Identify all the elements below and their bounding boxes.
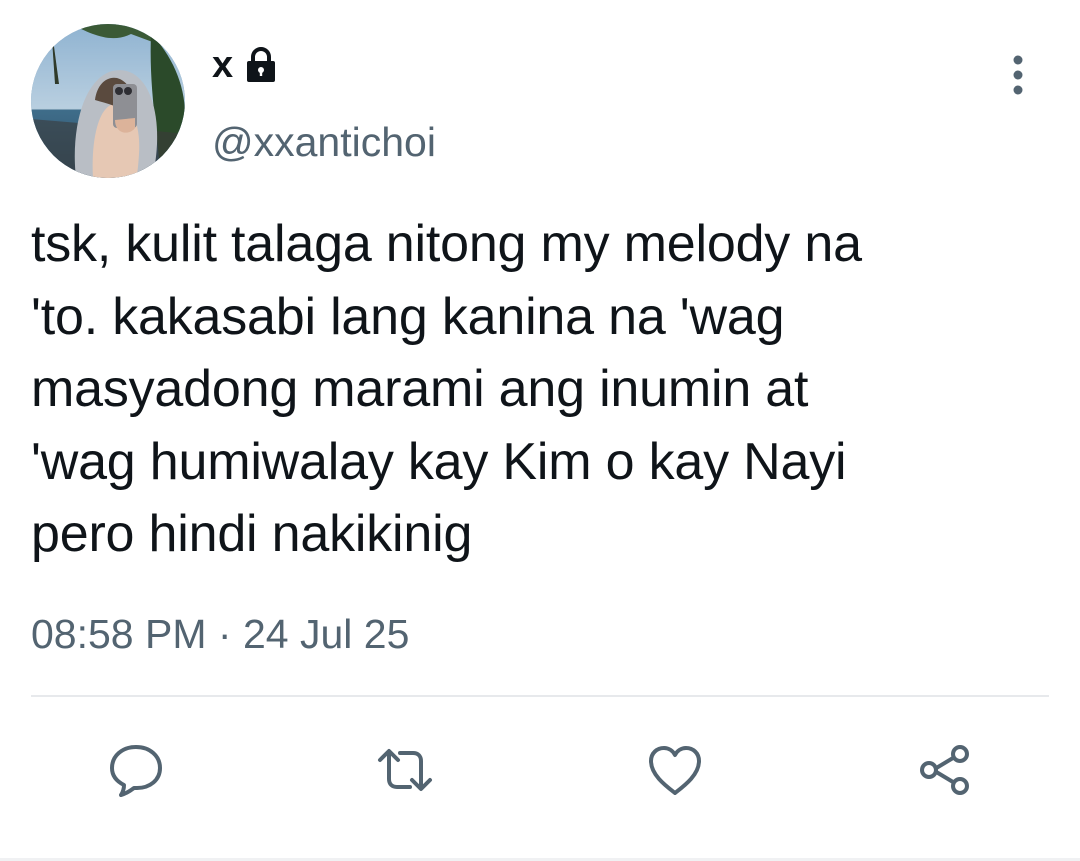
tweet-date: 24 Jul 25: [242, 611, 410, 657]
display-name[interactable]: x: [212, 40, 233, 90]
vertical-ellipsis-icon: [1013, 55, 1023, 95]
share-icon: [920, 745, 969, 795]
lock-icon: [247, 47, 276, 82]
divider: [31, 695, 1049, 697]
reply-button[interactable]: [104, 738, 168, 802]
like-button[interactable]: [643, 738, 707, 802]
avatar[interactable]: [31, 24, 185, 178]
username-handle[interactable]: @xxantichoi: [212, 114, 436, 170]
avatar-image: [31, 24, 185, 178]
display-name-row: x: [212, 40, 281, 90]
speech-bubble-icon: [110, 745, 162, 797]
tweet-time: 08:58 PM: [31, 611, 207, 657]
tweet-card: x @xxantichoi tsk, kulit talaga nitong m…: [0, 0, 1080, 861]
meta-separator: ·: [217, 611, 232, 657]
retweet-button[interactable]: [373, 738, 437, 802]
more-options-button[interactable]: [996, 50, 1040, 100]
tweet-text: tsk, kulit talaga nitong my melody na 't…: [31, 215, 862, 563]
retweet-icon: [378, 749, 432, 791]
heart-icon: [649, 746, 701, 795]
share-button[interactable]: [913, 738, 977, 802]
tweet-timestamp[interactable]: 08:58 PM · 24 Jul 25: [31, 604, 409, 664]
